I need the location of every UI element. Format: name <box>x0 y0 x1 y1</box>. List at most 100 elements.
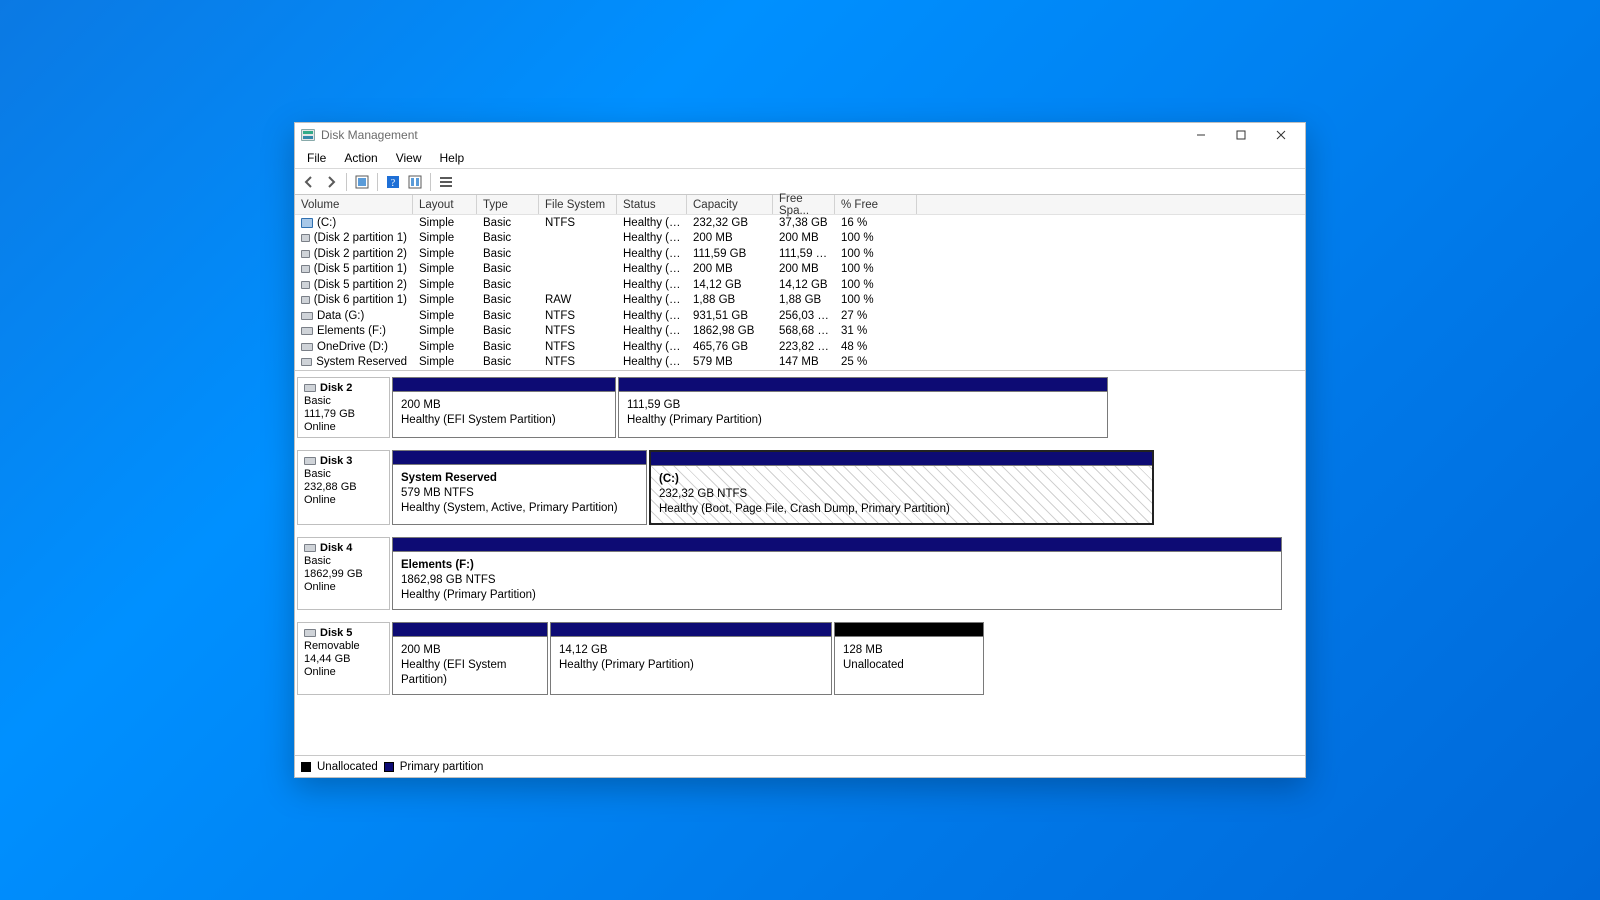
disk-icon <box>301 296 310 304</box>
volume-type: Basic <box>477 341 539 353</box>
col-type[interactable]: Type <box>477 195 539 214</box>
minimize-button[interactable] <box>1181 124 1221 146</box>
refresh-icon[interactable] <box>352 172 372 192</box>
partition[interactable]: System Reserved579 MB NTFSHealthy (Syste… <box>392 450 647 525</box>
volume-row[interactable]: System ReservedSimpleBasicNTFSHealthy (S… <box>295 355 1305 371</box>
volume-layout: Simple <box>413 217 477 229</box>
volume-capacity: 232,32 GB <box>687 217 773 229</box>
volume-row[interactable]: (Disk 2 partition 2)SimpleBasicHealthy (… <box>295 246 1305 262</box>
volume-status: Healthy (P... <box>617 248 687 260</box>
partition[interactable]: 111,59 GBHealthy (Primary Partition) <box>618 377 1108 438</box>
partition[interactable]: (C:)232,32 GB NTFSHealthy (Boot, Page Fi… <box>649 450 1154 525</box>
disk-header[interactable]: Disk 3Basic232,88 GBOnline <box>297 450 390 525</box>
volume-capacity: 111,59 GB <box>687 248 773 260</box>
disk-name: Disk 3 <box>320 455 352 467</box>
volume-pctfree: 16 % <box>835 217 917 229</box>
help-icon[interactable]: ? <box>383 172 403 192</box>
volume-free: 223,82 GB <box>773 341 835 353</box>
volume-name: System Reserved <box>316 356 407 368</box>
legend-label-primary: Primary partition <box>400 761 484 773</box>
volume-row[interactable]: Data (G:)SimpleBasicNTFSHealthy (P...931… <box>295 308 1305 324</box>
disk-name: Disk 4 <box>320 542 352 554</box>
partition-line: 111,59 GB <box>627 399 680 411</box>
volume-status: Healthy (P... <box>617 341 687 353</box>
disk-row: Disk 3Basic232,88 GBOnline System Reserve… <box>295 444 1305 531</box>
partition-line: 579 MB NTFS <box>401 487 474 499</box>
col-filesystem[interactable]: File System <box>539 195 617 214</box>
volume-status: Healthy (S... <box>617 356 687 368</box>
volume-table: Volume Layout Type File System Status Ca… <box>295 195 1305 370</box>
disk-icon <box>304 457 316 465</box>
volume-status: Healthy (P... <box>617 325 687 337</box>
volume-status: Healthy (P... <box>617 279 687 291</box>
menu-action[interactable]: Action <box>336 149 385 167</box>
settings-icon[interactable] <box>405 172 425 192</box>
disk-name: Disk 5 <box>320 627 352 639</box>
volume-row[interactable]: Elements (F:)SimpleBasicNTFSHealthy (P..… <box>295 324 1305 340</box>
volume-pctfree: 100 % <box>835 263 917 275</box>
partition-line: Healthy (Boot, Page File, Crash Dump, Pr… <box>659 503 950 515</box>
disk-icon <box>301 265 310 273</box>
col-volume[interactable]: Volume <box>295 195 413 214</box>
volume-name: (Disk 5 partition 1) <box>314 263 407 275</box>
volume-table-header: Volume Layout Type File System Status Ca… <box>295 195 1305 215</box>
forward-button[interactable] <box>321 172 341 192</box>
menu-file[interactable]: File <box>299 149 334 167</box>
partition[interactable]: 128 MBUnallocated <box>834 622 984 695</box>
partition[interactable]: Elements (F:)1862,98 GB NTFSHealthy (Pri… <box>392 537 1282 610</box>
volume-capacity: 200 MB <box>687 232 773 244</box>
volume-row[interactable]: (Disk 5 partition 1)SimpleBasicHealthy (… <box>295 262 1305 278</box>
list-icon[interactable] <box>436 172 456 192</box>
partition-title: (C:) <box>659 473 679 485</box>
disk-header[interactable]: Disk 2Basic111,79 GBOnline <box>297 377 390 438</box>
volume-free: 111,59 GB <box>773 248 835 260</box>
partition-band <box>619 378 1107 392</box>
col-pctfree[interactable]: % Free <box>835 195 917 214</box>
partition-band <box>835 623 983 637</box>
volume-row[interactable]: (Disk 2 partition 1)SimpleBasicHealthy (… <box>295 231 1305 247</box>
volume-row[interactable]: (Disk 5 partition 2)SimpleBasicHealthy (… <box>295 277 1305 293</box>
maximize-button[interactable] <box>1221 124 1261 146</box>
volume-fs: RAW <box>539 294 617 306</box>
volume-name: (Disk 6 partition 1) <box>314 294 407 306</box>
col-layout[interactable]: Layout <box>413 195 477 214</box>
partition-line: Unallocated <box>843 659 904 671</box>
disk-icon <box>301 327 313 335</box>
col-freespace[interactable]: Free Spa... <box>773 195 835 214</box>
volume-status: Healthy (P... <box>617 310 687 322</box>
volume-row[interactable]: OneDrive (D:)SimpleBasicNTFSHealthy (P..… <box>295 339 1305 355</box>
volume-fs: NTFS <box>539 341 617 353</box>
disk-icon <box>304 544 316 552</box>
volume-capacity: 14,12 GB <box>687 279 773 291</box>
disk-header[interactable]: Disk 5Removable14,44 GBOnline <box>297 622 390 695</box>
legend-label-unallocated: Unallocated <box>317 761 378 773</box>
col-status[interactable]: Status <box>617 195 687 214</box>
partition-line: 200 MB <box>401 644 441 656</box>
volume-capacity: 931,51 GB <box>687 310 773 322</box>
partition[interactable]: 200 MBHealthy (EFI System Partition) <box>392 622 548 695</box>
disk-capacity: 232,88 GB <box>304 481 383 493</box>
volume-fs: NTFS <box>539 325 617 337</box>
volume-row[interactable]: (Disk 6 partition 1)SimpleBasicRAWHealth… <box>295 293 1305 309</box>
volume-fs: NTFS <box>539 217 617 229</box>
partition-line: Healthy (EFI System Partition) <box>401 414 556 426</box>
partition-title: Elements (F:) <box>401 559 474 571</box>
back-button[interactable] <box>299 172 319 192</box>
volume-name: (Disk 2 partition 2) <box>314 248 407 260</box>
col-capacity[interactable]: Capacity <box>687 195 773 214</box>
menu-help[interactable]: Help <box>432 149 473 167</box>
volume-layout: Simple <box>413 341 477 353</box>
partition[interactable]: 14,12 GBHealthy (Primary Partition) <box>550 622 832 695</box>
disk-header[interactable]: Disk 4Basic1862,99 GBOnline <box>297 537 390 610</box>
partition[interactable]: 200 MBHealthy (EFI System Partition) <box>392 377 616 438</box>
legend-swatch-unallocated <box>301 762 311 772</box>
volume-status: Healthy (E... <box>617 263 687 275</box>
menu-view[interactable]: View <box>388 149 430 167</box>
disk-row: Disk 5Removable14,44 GBOnline200 MBHealt… <box>295 616 1305 701</box>
volume-capacity: 200 MB <box>687 263 773 275</box>
disk-icon <box>301 343 313 351</box>
partition-title: System Reserved <box>401 472 497 484</box>
volume-free: 37,38 GB <box>773 217 835 229</box>
close-button[interactable] <box>1261 124 1301 146</box>
volume-row[interactable]: (C:)SimpleBasicNTFSHealthy (B...232,32 G… <box>295 215 1305 231</box>
